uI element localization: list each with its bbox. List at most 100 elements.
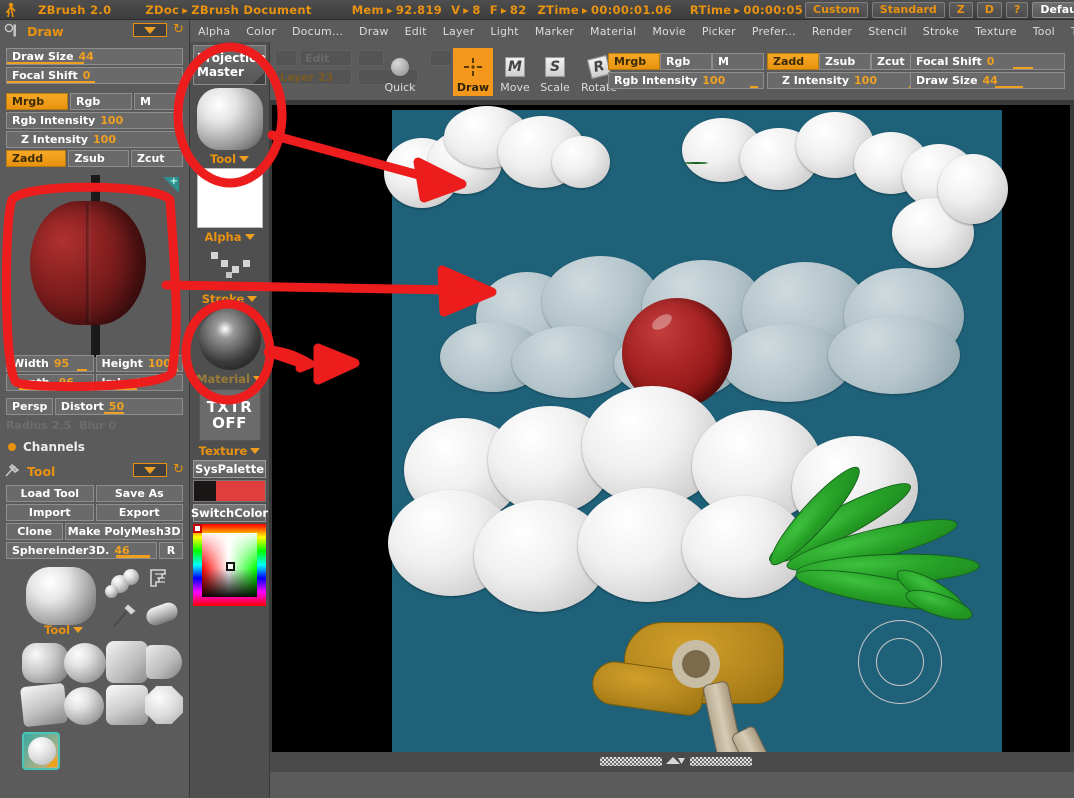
secondary-color-swatch[interactable] <box>194 481 216 501</box>
menu-light[interactable]: Light <box>482 25 526 38</box>
toolbar-zadd-button[interactable]: Zadd <box>767 53 819 70</box>
tool-r-button[interactable]: R <box>159 542 183 559</box>
persp-button[interactable]: Persp <box>6 398 53 415</box>
tool-thumbnail-sphere[interactable] <box>197 88 263 150</box>
d-button[interactable]: D <box>977 2 1002 18</box>
load-tool-button[interactable]: Load Tool <box>6 485 94 502</box>
menu-document[interactable]: Docum... <box>284 25 351 38</box>
menu-preferences[interactable]: Prefer... <box>744 25 804 38</box>
selected-sphere-tool-thumb[interactable] <box>22 732 60 770</box>
toolbar-m-button[interactable]: M <box>712 53 764 70</box>
zbrush-logo-icon[interactable] <box>2 1 20 19</box>
picker-handle-center[interactable] <box>226 562 235 571</box>
distort-slider[interactable]: Distort 50 <box>55 398 183 415</box>
capsule-tool-thumb[interactable] <box>144 600 180 628</box>
mrgb-button[interactable]: Mrgb <box>6 93 68 110</box>
canvas-bottom-strip[interactable] <box>270 752 1074 772</box>
z-intensity-slider[interactable]: Z Intensity 100 <box>6 131 183 148</box>
tray-material-label[interactable]: Material <box>190 372 269 386</box>
popup-arrow-icon[interactable] <box>133 23 167 37</box>
cone3d-tool-thumb[interactable] <box>146 645 182 679</box>
channels-section[interactable]: Channels <box>0 434 189 458</box>
focal-shift-slider[interactable]: Focal Shift 0 <box>6 67 183 84</box>
height-slider[interactable]: Height 100 <box>96 355 184 372</box>
tool-refresh-icon[interactable]: ↻ <box>173 463 184 476</box>
rgb-button[interactable]: Rgb <box>70 93 132 110</box>
sphere3d-tool-thumb[interactable] <box>26 567 96 625</box>
zbrush-canvas-document[interactable] <box>272 105 1070 752</box>
menu-picker[interactable]: Picker <box>694 25 744 38</box>
toolbar-mrgb-button[interactable]: Mrgb <box>608 53 660 70</box>
tray-alpha-label[interactable]: Alpha <box>190 230 269 244</box>
cube3d-tool-thumb[interactable] <box>20 683 68 727</box>
toolbar-focal-shift-slider[interactable]: Focal Shift 0 <box>910 53 1065 70</box>
menu-marker[interactable]: Marker <box>527 25 582 38</box>
ring3d-tool-thumb[interactable] <box>106 641 148 683</box>
zadd-button[interactable]: Zadd <box>6 150 66 167</box>
menu-movie[interactable]: Movie <box>644 25 694 38</box>
tray-texture-label[interactable]: Texture <box>190 444 269 458</box>
quick-button[interactable]: Quick <box>377 48 423 96</box>
zsub-button[interactable]: Zsub <box>68 150 128 167</box>
menu-color[interactable]: Color <box>238 25 284 38</box>
draw-size-slider[interactable]: Draw Size 44 <box>6 48 183 65</box>
canvas-scroll-handle[interactable] <box>690 757 752 766</box>
menu-stroke[interactable]: Stroke <box>915 25 967 38</box>
tray-stroke-label[interactable]: Stroke <box>190 292 269 306</box>
sphere3d-small-tool-thumb[interactable] <box>64 643 106 683</box>
layers-tool-thumb[interactable] <box>147 567 171 595</box>
canvas-scroll-handle[interactable] <box>600 757 662 766</box>
primary-color-swatch[interactable] <box>216 481 265 501</box>
make-polymesh3d-button[interactable]: Make PolyMesh3D <box>65 523 183 540</box>
material-thumbnail-sphere[interactable] <box>199 308 261 370</box>
preview-plus-icon[interactable]: + <box>170 176 178 187</box>
menu-edit[interactable]: Edit <box>397 25 435 38</box>
depth-slider[interactable]: Depth .96 <box>6 374 94 391</box>
zcut-button[interactable]: Zcut <box>131 150 183 167</box>
move-mode-button[interactable]: M Move <box>495 48 535 96</box>
scale-mode-button[interactable]: S Scale <box>535 48 575 96</box>
toolbar-z-intensity-slider[interactable]: Z Intensity 100 <box>767 72 923 89</box>
help-question-button[interactable]: ? <box>1006 2 1028 18</box>
current-tool-slider[interactable]: Sphereinder3D. 46 <box>6 542 157 559</box>
canvas-document-plane[interactable] <box>392 110 1002 752</box>
z-button[interactable]: Z <box>949 2 973 18</box>
export-button[interactable]: Export <box>96 504 184 521</box>
toolbar-zsub-button[interactable]: Zsub <box>819 53 871 70</box>
rgb-intensity-slider[interactable]: Rgb Intensity 100 <box>6 112 183 129</box>
menu-transform[interactable]: Transf... <box>1063 25 1074 38</box>
draw-mode-button[interactable]: Draw <box>453 48 493 96</box>
cylinder3d-tool-thumb[interactable] <box>22 643 68 683</box>
imbed-slider[interactable]: Imbed 0 <box>96 374 184 391</box>
standard-button[interactable]: Standard <box>872 2 945 18</box>
menu-layer[interactable]: Layer <box>435 25 483 38</box>
dim-toolbar-item-3[interactable]: Layer 23 <box>275 69 352 85</box>
stroke-dots-thumbnail[interactable] <box>197 246 263 290</box>
up-down-arrow-icon[interactable] <box>660 754 694 768</box>
import-button[interactable]: Import <box>6 504 94 521</box>
dim-toolbar-item-1[interactable] <box>275 50 297 66</box>
simple-brush-tool-thumb[interactable] <box>111 601 145 629</box>
menu-tool[interactable]: Tool <box>1025 25 1063 38</box>
tool-popup-arrow-icon[interactable] <box>133 463 167 477</box>
menu-material[interactable]: Material <box>582 25 644 38</box>
dim-toolbar-item-2[interactable]: Edit <box>300 50 352 66</box>
color-swatches[interactable] <box>193 480 266 502</box>
menu-render[interactable]: Render <box>804 25 860 38</box>
tool-thumbnail-label[interactable]: Tool <box>44 623 83 637</box>
width-slider[interactable]: Width 95 <box>6 355 94 372</box>
m-button[interactable]: M <box>134 93 183 110</box>
color-picker-gradient[interactable] <box>193 524 266 606</box>
syspalette-button[interactable]: SysPalette <box>193 460 266 478</box>
custom-button[interactable]: Custom <box>805 2 868 18</box>
alpha-thumbnail-white[interactable] <box>197 168 263 228</box>
zdoc-label[interactable]: ZDoc <box>145 3 179 17</box>
zscript-button[interactable]: DefaultZScript <box>1032 2 1074 18</box>
clone-button[interactable]: Clone <box>6 523 63 540</box>
brush-3d-preview[interactable]: + <box>8 175 181 351</box>
menu-stencil[interactable]: Stencil <box>860 25 915 38</box>
toolbar-draw-size-slider[interactable]: Draw Size 44 <box>910 72 1065 89</box>
cube3d-b-tool-thumb[interactable] <box>106 685 148 725</box>
toolbar-rgb-intensity-slider[interactable]: Rgb Intensity 100 <box>608 72 764 89</box>
sphere3d-b-tool-thumb[interactable] <box>64 687 104 725</box>
